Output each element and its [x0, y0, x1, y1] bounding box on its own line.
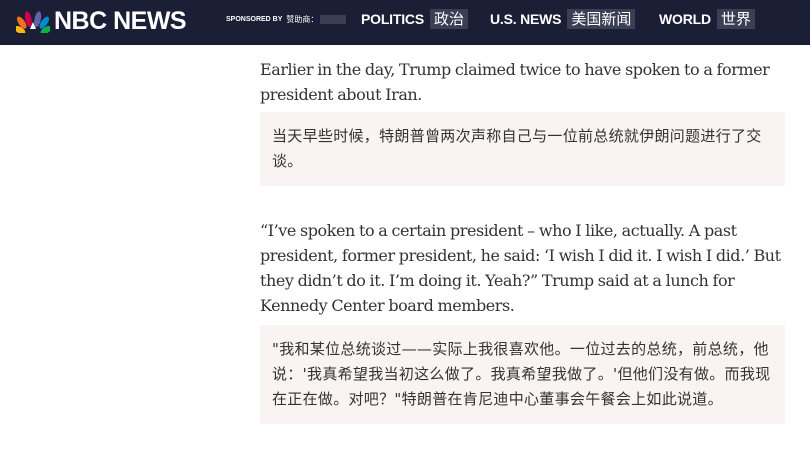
translation-block: "我和某位总统谈过——实际上我很喜欢他。一位过去的总统，前总统，他说：'我真希望…	[260, 325, 785, 424]
nav-world-translation: 世界	[716, 9, 755, 29]
peacock-icon	[16, 11, 50, 33]
article-body: Earlier in the day, Trump claimed twice …	[260, 55, 785, 424]
logo-wordmark: NBC NEWS	[54, 6, 187, 35]
nav-politics[interactable]: POLITICS 政治	[361, 8, 468, 30]
nav-us-news-label: U.S. NEWS	[490, 11, 562, 27]
translation-block: 当天早些时候，特朗普曾两次声称自己与一位前总统就伊朗问题进行了交谈。	[260, 112, 785, 186]
nav-world[interactable]: WORLD 世界	[659, 8, 755, 30]
nav-world-label: WORLD	[659, 11, 711, 27]
nav-politics-label: POLITICS	[361, 11, 424, 27]
nav-us-news-translation: 美国新闻	[567, 9, 636, 29]
article-paragraph: “I’ve spoken to a certain president – wh…	[260, 221, 781, 315]
nav-politics-translation: 政治	[429, 9, 468, 29]
nbc-news-logo[interactable]: NBC NEWS	[16, 6, 187, 36]
sponsored-by-translation: 赞助商：	[286, 15, 319, 24]
sponsor-logo-placeholder	[320, 15, 347, 24]
sponsor-label: SPONSORED BY 赞助商：	[226, 14, 347, 25]
article-paragraph: Earlier in the day, Trump claimed twice …	[260, 60, 770, 104]
top-navbar: NBC NEWS SPONSORED BY 赞助商： POLITICS 政治 U…	[0, 0, 810, 45]
sponsored-by-text: SPONSORED BY	[226, 16, 283, 23]
nav-us-news[interactable]: U.S. NEWS 美国新闻	[490, 8, 636, 30]
